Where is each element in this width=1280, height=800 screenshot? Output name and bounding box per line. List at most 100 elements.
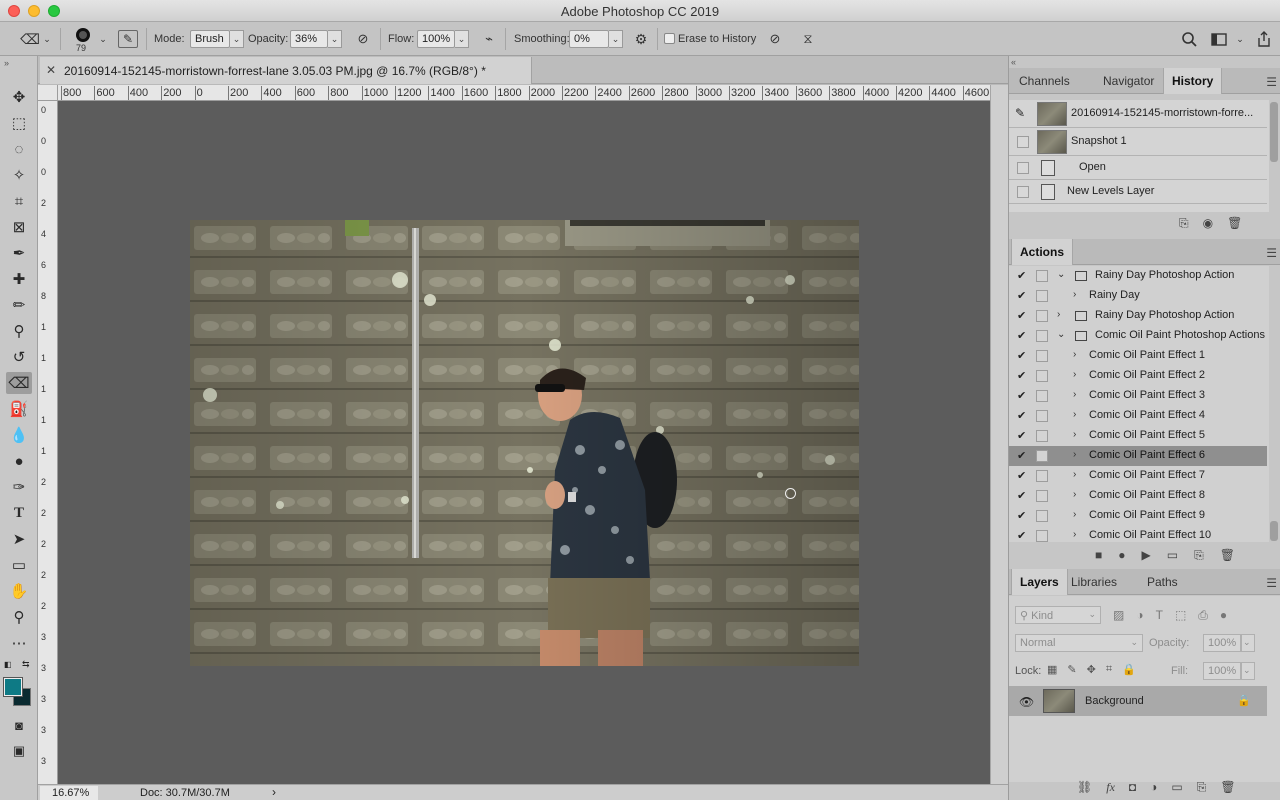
status-menu-arrow[interactable]: › — [272, 785, 276, 799]
marquee-tool-icon[interactable]: ⬚ — [6, 112, 32, 134]
check-icon[interactable]: ✔ — [1017, 409, 1026, 422]
stop-icon[interactable]: ■ — [1095, 548, 1102, 570]
dialog-toggle-box[interactable] — [1036, 390, 1048, 402]
history-state-row[interactable]: Open — [1009, 156, 1267, 180]
action-row[interactable]: ✔ › Rainy Day Photoshop Action — [1009, 306, 1267, 326]
zoom-tool-icon[interactable]: ⚲ — [6, 606, 32, 628]
chevron-down-icon[interactable]: ⌄ — [609, 30, 623, 48]
trash-icon[interactable]: 🗑 — [1220, 548, 1235, 570]
layer-fill-field[interactable]: 100% — [1203, 662, 1241, 680]
clone-stamp-tool-icon[interactable]: ⚲ — [6, 320, 32, 342]
eraser-tool-preset-icon[interactable]: ⌫ — [20, 31, 40, 47]
smart-object-filter-icon[interactable]: ⎙ — [1198, 608, 1208, 623]
canvas-vertical-scrollbar[interactable] — [990, 85, 1008, 784]
check-icon[interactable]: ✔ — [1017, 309, 1026, 322]
action-row[interactable]: ✔ › Comic Oil Paint Effect 2 — [1009, 366, 1267, 386]
tab-channels[interactable]: Channels — [1011, 68, 1078, 94]
adjustment-layer-icon[interactable]: ◑ — [1150, 780, 1157, 800]
rectangle-tool-icon[interactable]: ▭ — [6, 554, 32, 576]
check-icon[interactable]: ✔ — [1017, 289, 1026, 302]
action-row[interactable]: ✔ › Comic Oil Paint Effect 7 — [1009, 466, 1267, 486]
chevron-right-icon[interactable]: › — [1073, 389, 1076, 400]
check-icon[interactable]: ✔ — [1017, 509, 1026, 522]
smoothing-field[interactable]: 0% — [569, 30, 609, 48]
action-row[interactable]: ✔ ⌄ Comic Oil Paint Photoshop Actions — [1009, 326, 1267, 346]
chevron-down-icon[interactable]: ⌄ — [1057, 269, 1065, 280]
lock-pixels-icon[interactable]: ✎ — [1067, 663, 1076, 676]
magic-wand-tool-icon[interactable]: ✧ — [6, 164, 32, 186]
more-tools-icon[interactable]: ⋯ — [6, 632, 32, 654]
chevron-down-icon[interactable]: ⌄ — [42, 34, 52, 45]
brush-settings-icon[interactable]: ✎ — [118, 30, 138, 48]
dialog-toggle-box[interactable] — [1036, 350, 1048, 362]
vertical-ruler[interactable]: 0 0 0 2 4 6 8 1 1 1 1 1 2 2 2 2 2 3 3 3 3 3 — [38, 101, 58, 784]
eyedropper-tool-icon[interactable]: ✒ — [6, 242, 32, 264]
erase-to-history-checkbox[interactable] — [664, 33, 675, 44]
eraser-tool-icon[interactable]: ⌫ — [6, 372, 32, 394]
chevron-right-icon[interactable]: › — [1073, 349, 1076, 360]
action-row[interactable]: ✔ › Comic Oil Paint Effect 3 — [1009, 386, 1267, 406]
type-tool-icon[interactable]: T — [6, 502, 32, 524]
check-icon[interactable]: ✔ — [1017, 369, 1026, 382]
actions-scrollbar[interactable] — [1270, 521, 1278, 541]
new-layer-icon[interactable]: ⎘ — [1197, 780, 1207, 800]
folder-icon[interactable]: ▭ — [1167, 548, 1178, 570]
check-icon[interactable]: ✔ — [1017, 469, 1026, 482]
history-source-checkbox[interactable] — [1017, 162, 1029, 174]
check-icon[interactable]: ✔ — [1017, 489, 1026, 502]
camera-icon[interactable]: ◉ — [1203, 216, 1213, 238]
brush-preview-icon[interactable] — [73, 25, 93, 45]
check-icon[interactable]: ✔ — [1017, 529, 1026, 542]
tab-paths[interactable]: Paths — [1139, 569, 1186, 595]
photo-image[interactable] — [190, 220, 859, 666]
new-document-from-state-icon[interactable]: ⎘ — [1179, 216, 1189, 238]
lock-icon[interactable]: 🔒 — [1237, 694, 1251, 707]
dialog-toggle-box[interactable] — [1036, 370, 1048, 382]
action-row[interactable]: ✔ › Comic Oil Paint Effect 6 — [1009, 446, 1267, 466]
close-icon[interactable]: ✕ — [46, 63, 56, 77]
lasso-tool-icon[interactable]: ◌ — [6, 138, 32, 160]
crop-tool-icon[interactable]: ⌗ — [6, 190, 32, 212]
chevron-down-icon[interactable]: ⌄ — [1241, 662, 1255, 680]
check-icon[interactable]: ✔ — [1017, 269, 1026, 282]
screen-mode-icon[interactable]: ▣ — [6, 740, 32, 762]
flow-field[interactable]: 100% — [417, 30, 455, 48]
dialog-toggle-box[interactable] — [1036, 330, 1048, 342]
opacity-field[interactable]: 36% — [290, 30, 328, 48]
airbrush-icon[interactable]: ⌁ — [480, 30, 498, 48]
check-icon[interactable]: ✔ — [1017, 349, 1026, 362]
trash-icon[interactable]: 🗑 — [1220, 780, 1235, 800]
hand-tool-icon[interactable]: ✋ — [6, 580, 32, 602]
quick-mask-icon[interactable]: ◙ — [6, 714, 32, 736]
record-icon[interactable]: ● — [1118, 548, 1125, 570]
check-icon[interactable]: ✔ — [1017, 429, 1026, 442]
chevron-right-icon[interactable]: › — [1073, 289, 1076, 300]
dialog-toggle-box[interactable] — [1036, 530, 1048, 542]
chevron-down-icon[interactable]: ⌄ — [1057, 329, 1065, 340]
foreground-color-swatch[interactable] — [3, 677, 23, 697]
lock-position-icon[interactable]: ✥ — [1087, 663, 1096, 676]
layer-opacity-field[interactable]: 100% — [1203, 634, 1241, 652]
action-row[interactable]: ✔ › Comic Oil Paint Effect 8 — [1009, 486, 1267, 506]
tab-layers[interactable]: Layers — [1011, 569, 1068, 595]
shape-filter-icon[interactable]: ⬚ — [1175, 608, 1186, 623]
link-layers-icon[interactable]: ⛓ — [1077, 780, 1092, 800]
action-row[interactable]: ✔ › Comic Oil Paint Effect 1 — [1009, 346, 1267, 366]
action-row[interactable]: ✔ › Comic Oil Paint Effect 9 — [1009, 506, 1267, 526]
chevron-down-icon[interactable]: ⌄ — [1241, 634, 1255, 652]
chevron-right-icon[interactable]: › — [1073, 489, 1076, 500]
chevron-right-icon[interactable]: › — [1073, 429, 1076, 440]
document-tab[interactable]: ✕ 20160914-152145-morristown-forrest-lan… — [40, 57, 532, 84]
brush-tool-icon[interactable]: ✏ — [6, 294, 32, 316]
dialog-toggle-box[interactable] — [1036, 410, 1048, 422]
chevron-right-icon[interactable]: › — [1073, 369, 1076, 380]
panel-menu-icon[interactable]: ☰ — [1266, 576, 1277, 590]
type-filter-icon[interactable]: T — [1156, 608, 1163, 623]
swap-colors-icon[interactable]: ⇆ — [22, 659, 30, 670]
chevron-right-icon[interactable]: › — [1073, 469, 1076, 480]
chevron-down-icon[interactable]: ⌄ — [328, 30, 342, 48]
action-row[interactable]: ✔ › Comic Oil Paint Effect 10 — [1009, 526, 1267, 542]
gear-icon[interactable]: ⚙ — [632, 30, 650, 48]
check-icon[interactable]: ✔ — [1017, 449, 1026, 462]
pressure-size-icon[interactable]: ⊘ — [766, 30, 784, 48]
